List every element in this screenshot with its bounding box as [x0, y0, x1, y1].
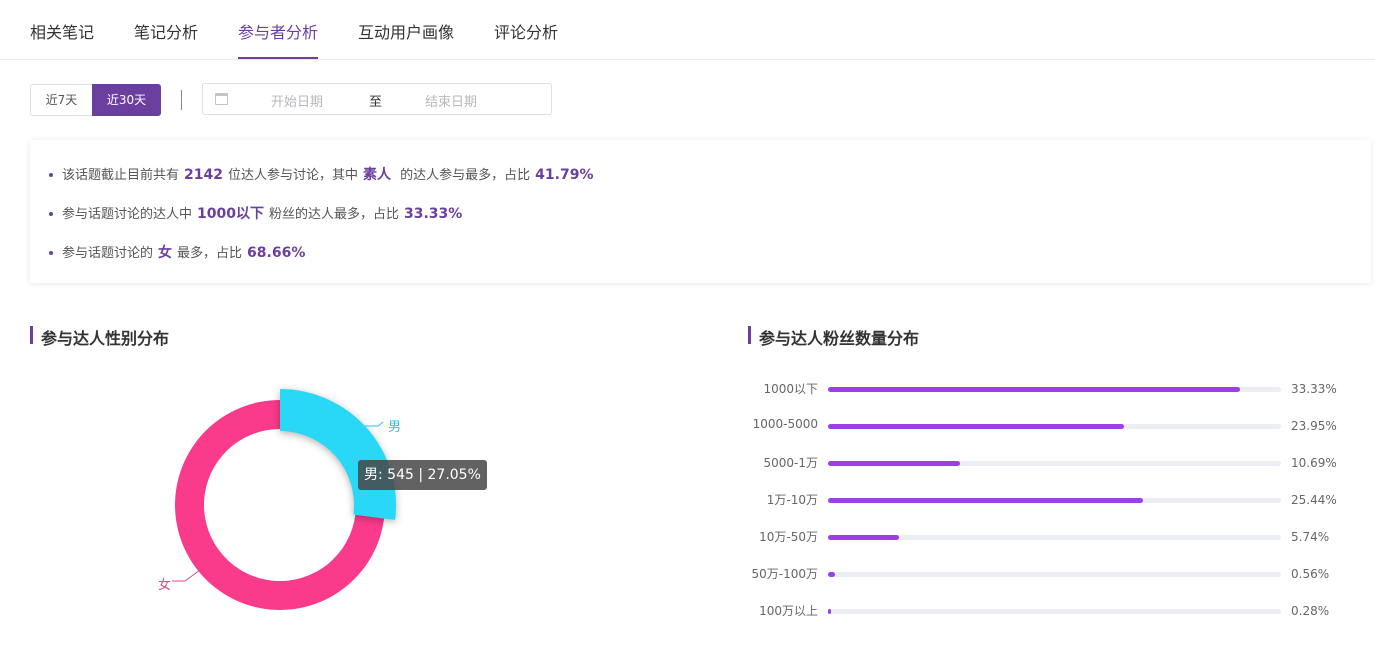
tab-interaction-user-profile[interactable]: 互动用户画像 [358, 19, 454, 43]
bar-fill[interactable] [828, 498, 1143, 503]
bar-fill[interactable] [828, 609, 832, 614]
summary-text: 粉丝的达人最多，占比 [268, 207, 399, 222]
bullet-dot [49, 172, 53, 177]
bar-value-label: 25.44% [1291, 493, 1337, 507]
bar-category-label: 100万以上 [759, 604, 818, 618]
bar-track [828, 609, 1281, 614]
chart-tooltip: 男: 545 | 27.05% [358, 460, 487, 490]
bar-fill[interactable] [828, 535, 899, 540]
range-30-days-button[interactable]: 近30天 [92, 84, 161, 116]
summary-text: 的达人参与最多，占比 [400, 168, 531, 183]
active-tab-indicator [238, 57, 318, 59]
calendar-icon [215, 93, 228, 105]
summary-card: 该话题截止目前共有 2142 位达人参与讨论，其中 素人 的达人参与最多，占比 41.7… [30, 140, 1371, 283]
fans-section-title: 参与达人粉丝数量分布 [748, 325, 919, 349]
bar-track [828, 498, 1281, 503]
range-7-days-button[interactable]: 近7天 [30, 84, 93, 116]
bullet-dot [49, 211, 53, 216]
tab-comment-analysis[interactable]: 评论分析 [494, 19, 558, 43]
tab-note-analysis[interactable]: 笔记分析 [134, 19, 198, 43]
bar-value-label: 10.69% [1291, 456, 1337, 470]
bar-fill[interactable] [828, 424, 1125, 429]
bar-row: 1000-5000 23.95% [740, 417, 1370, 437]
female-slice-label: 女 [158, 578, 172, 593]
fans-bucket-percent: 33.33% [404, 206, 463, 222]
bar-fill[interactable] [828, 572, 835, 577]
bar-value-label: 0.28% [1291, 604, 1330, 618]
participant-count: 2142 [184, 167, 223, 183]
bar-track [828, 424, 1281, 429]
summary-line-participants: 该话题截止目前共有 2142 位达人参与讨论，其中 素人 的达人参与最多，占比 41.7… [49, 164, 598, 184]
top-gender: 女 [158, 245, 173, 261]
summary-text: 参与话题讨论的达人中 [62, 207, 193, 222]
date-range-picker[interactable]: 开始日期 至 结束日期 [202, 83, 552, 115]
top-fans-bucket: 1000以下 [197, 206, 264, 222]
top-creator-type: 素人 [363, 167, 391, 183]
bar-row: 1万-10万 25.44% [740, 491, 1370, 511]
summary-line-fans: 参与话题讨论的达人中 1000以下 粉丝的达人最多，占比 33.33% [49, 203, 467, 223]
summary-text: 参与话题讨论的 [62, 246, 154, 261]
bar-fill[interactable] [828, 461, 961, 466]
summary-line-gender: 参与话题讨论的女最多，占比 68.66% [49, 242, 310, 262]
gender-percent: 68.66% [247, 245, 306, 261]
bar-value-label: 5.74% [1291, 530, 1330, 544]
end-date-input[interactable]: 结束日期 [425, 91, 477, 110]
bar-row: 1000以下 33.33% [740, 380, 1370, 400]
bar-category-label: 10万-50万 [759, 530, 818, 544]
bar-row: 10万-50万 5.74% [740, 528, 1370, 548]
divider [181, 90, 182, 110]
male-leader-line [365, 421, 384, 427]
date-separator: 至 [369, 95, 383, 110]
bar-track [828, 387, 1281, 392]
bar-track [828, 572, 1281, 577]
donut-slice-male[interactable] [280, 389, 396, 520]
creator-type-percent: 41.79% [535, 167, 594, 183]
bar-track [828, 461, 1281, 466]
bullet-dot [49, 250, 53, 255]
tab-bar: 相关笔记 笔记分析 参与者分析 互动用户画像 评论分析 [0, 0, 1375, 60]
gender-section-title: 参与达人性别分布 [30, 325, 169, 349]
bar-value-label: 33.33% [1291, 382, 1337, 396]
bar-value-label: 23.95% [1291, 419, 1337, 433]
bar-category-label: 1000-5000 [752, 417, 818, 431]
bar-category-label: 5000-1万 [763, 456, 818, 470]
male-slice-label: 男 [388, 420, 402, 435]
bar-category-label: 1000以下 [763, 382, 818, 396]
tab-related-notes[interactable]: 相关笔记 [30, 19, 94, 43]
bar-category-label: 1万-10万 [766, 493, 818, 507]
summary-text: 该话题截止目前共有 [62, 168, 180, 183]
bar-row: 50万-100万 0.56% [740, 565, 1370, 585]
bar-row: 5000-1万 10.69% [740, 454, 1370, 474]
bar-fill[interactable] [828, 387, 1241, 392]
bar-track [828, 535, 1281, 540]
start-date-input[interactable]: 开始日期 [271, 91, 323, 110]
gender-donut-chart [172, 389, 396, 610]
bar-value-label: 0.56% [1291, 567, 1330, 581]
summary-text: 位达人参与讨论，其中 [227, 168, 358, 183]
bar-row: 100万以上 0.28% [740, 602, 1370, 622]
tab-participant-analysis[interactable]: 参与者分析 [238, 19, 318, 43]
bar-category-label: 50万-100万 [751, 567, 818, 581]
summary-text: 最多，占比 [177, 246, 243, 261]
female-leader-line [172, 569, 201, 582]
